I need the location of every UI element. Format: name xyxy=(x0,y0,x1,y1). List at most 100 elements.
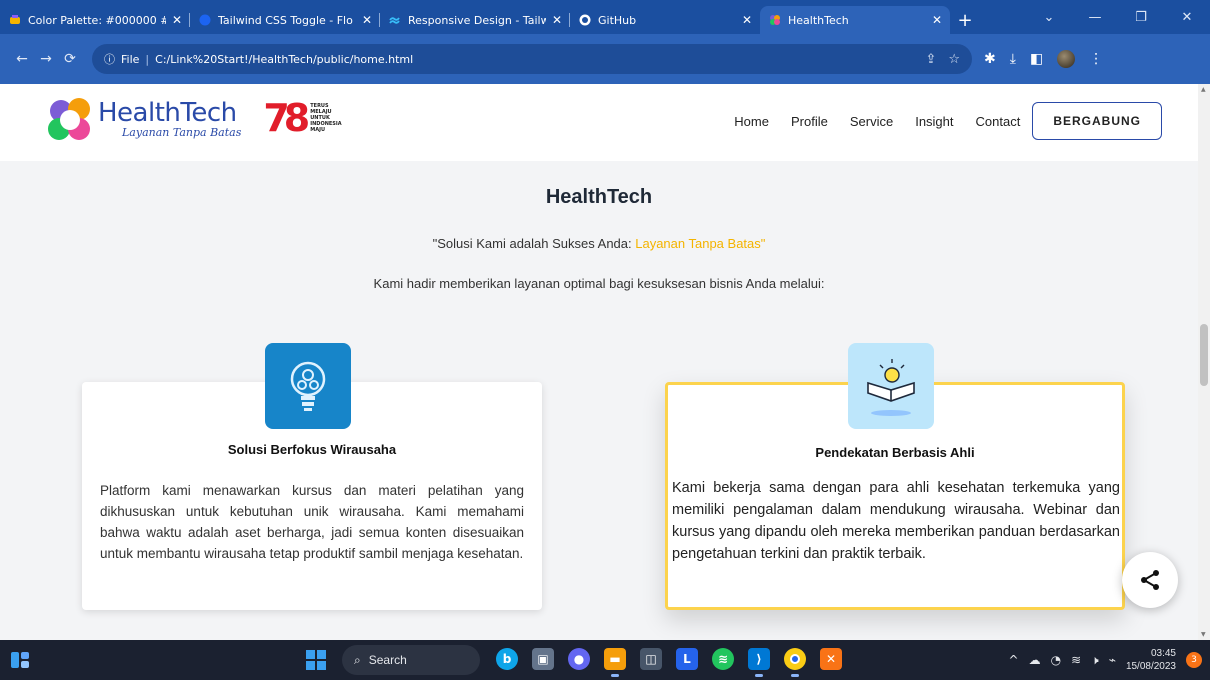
bing-icon[interactable]: b xyxy=(496,648,518,670)
forward-icon[interactable]: → xyxy=(34,51,58,67)
download-icon[interactable]: ⤓ xyxy=(1010,51,1016,67)
reload-icon[interactable]: ⟳ xyxy=(58,51,82,67)
section-intro: Kami hadir memberikan layanan optimal ba… xyxy=(373,276,825,291)
palette-icon xyxy=(8,14,21,27)
page-scrollbar[interactable]: ▲ ▼ xyxy=(1198,84,1210,640)
xampp-icon[interactable]: ✕ xyxy=(820,648,842,670)
volume-muted-icon[interactable]: 🕨 xyxy=(1091,653,1099,668)
sidepanel-icon[interactable]: ◧ xyxy=(1030,51,1043,67)
chevron-down-icon[interactable]: ⌄ xyxy=(1026,10,1072,25)
file-explorer-icon[interactable]: ▬ xyxy=(604,648,626,677)
nav-profile[interactable]: Profile xyxy=(791,114,828,129)
profile-avatar[interactable] xyxy=(1057,50,1076,68)
new-tab-button[interactable]: + xyxy=(950,6,980,34)
battery-icon[interactable]: ⌁ xyxy=(1109,653,1116,667)
url-text: C:/Link%20Start!/HealthTech/public/home.… xyxy=(155,52,414,66)
browser-tab-strip: Color Palette: #000000 #4 ✕ Tailwind CSS… xyxy=(0,0,1210,34)
tab-title: Responsive Design - Tailw xyxy=(408,13,546,27)
tab-title: GitHub xyxy=(598,13,637,27)
section-heading: HealthTech xyxy=(545,186,653,208)
bookmark-star-icon[interactable]: ☆ xyxy=(948,52,960,67)
card-body: Kami bekerja sama dengan para ahli keseh… xyxy=(672,480,1120,562)
lightbulb-gears-icon xyxy=(265,343,351,429)
card-title: Solusi Berfokus Wirausaha xyxy=(227,442,397,457)
chevron-up-icon[interactable]: ^ xyxy=(1009,653,1019,667)
independence-78-badge: 78 TERUS MELAJU UNTUK INDONESIA MAJU xyxy=(263,94,346,142)
window-controls: ⌄ — ❐ ✕ xyxy=(1026,0,1210,34)
minimize-icon[interactable]: — xyxy=(1072,10,1118,25)
info-icon[interactable]: ⓘ xyxy=(104,51,115,67)
close-window-icon[interactable]: ✕ xyxy=(1164,10,1210,25)
browser-tab[interactable]: GitHub ✕ xyxy=(570,6,760,34)
menu-kebab-icon[interactable]: ⋮ xyxy=(1089,51,1103,67)
card-title: Pendekatan Berbasis Ahli xyxy=(815,445,975,460)
clock-date: 15/08/2023 xyxy=(1125,661,1176,672)
search-label: Search xyxy=(368,653,407,667)
tagline-highlight: Layanan Tanpa Batas" xyxy=(635,236,766,251)
cloud-icon[interactable]: ☁ xyxy=(1029,653,1041,667)
libreoffice-icon[interactable]: L xyxy=(676,648,698,670)
tagline-prefix: "Solusi Kami adalah Sukses Anda: xyxy=(432,236,636,251)
share-button[interactable] xyxy=(1122,552,1178,608)
clock[interactable]: 03:45 15/08/2023 xyxy=(1126,647,1176,673)
search-icon: ⌕ xyxy=(354,652,361,667)
chrome-icon[interactable] xyxy=(784,648,806,677)
task-view-icon[interactable]: ▣ xyxy=(532,648,554,670)
github-icon xyxy=(578,14,591,27)
flowbite-icon xyxy=(198,14,211,27)
close-icon[interactable]: ✕ xyxy=(742,13,752,27)
store-icon[interactable]: ◫ xyxy=(640,648,662,670)
taskbar-search[interactable]: ⌕ Search xyxy=(342,645,480,675)
system-tray: ^ ☁ ◔ ≋ 🕨 ⌁ 03:45 15/08/2023 3 xyxy=(1009,640,1202,680)
page-viewport: HealthTech Layanan Tanpa Batas 78 TERUS … xyxy=(0,84,1210,640)
nav-contact[interactable]: Contact xyxy=(976,114,1021,129)
tab-title: Color Palette: #000000 #4 xyxy=(28,13,166,27)
site-navbar: HealthTech Layanan Tanpa Batas 78 TERUS … xyxy=(0,84,1198,161)
restore-icon[interactable]: ❐ xyxy=(1118,10,1164,25)
scroll-down-icon[interactable]: ▼ xyxy=(1201,631,1206,638)
close-icon[interactable]: ✕ xyxy=(552,13,562,27)
main-menu: Home Profile Service Insight Contact BER… xyxy=(712,102,1162,140)
windows-start-icon[interactable] xyxy=(306,650,326,670)
pinned-apps: b ▣ ● ▬ ◫ L ≋ ⟩ ✕ xyxy=(496,648,842,677)
browser-tab[interactable]: Responsive Design - Tailw ✕ xyxy=(380,6,570,34)
share-icon xyxy=(1141,570,1159,590)
scroll-up-icon[interactable]: ▲ xyxy=(1201,86,1206,93)
address-bar-row: ← → ⟳ ⓘ File | C:/Link%20Start!/HealthTe… xyxy=(0,34,1210,84)
section-tagline: "Solusi Kami adalah Sukses Anda: Layanan… xyxy=(0,236,1198,251)
badge-number: 78 xyxy=(263,96,310,140)
spotify-icon[interactable]: ≋ xyxy=(712,648,734,670)
notification-badge[interactable]: 3 xyxy=(1186,652,1202,668)
scheme-label: File xyxy=(121,52,140,66)
chat-icon[interactable]: ● xyxy=(568,648,590,670)
tailwind-icon xyxy=(388,14,401,27)
clock-time: 03:45 xyxy=(1150,648,1176,659)
close-icon[interactable]: ✕ xyxy=(932,13,942,27)
tab-title: HealthTech xyxy=(788,13,849,27)
book-idea-icon xyxy=(848,343,934,429)
browser-tab[interactable]: Color Palette: #000000 #4 ✕ xyxy=(0,6,190,34)
nav-home[interactable]: Home xyxy=(734,114,769,129)
scrollbar-thumb[interactable] xyxy=(1200,324,1208,386)
url-field[interactable]: ⓘ File | C:/Link%20Start!/HealthTech/pub… xyxy=(92,44,972,74)
wifi-icon[interactable]: ≋ xyxy=(1071,653,1081,667)
join-button[interactable]: BERGABUNG xyxy=(1032,102,1162,140)
extensions-icon[interactable]: ✱ xyxy=(984,51,996,67)
share-page-icon[interactable]: ⇪ xyxy=(925,52,936,67)
card-body: Platform kami menawarkan kursus dan mate… xyxy=(100,483,524,561)
healthtech-icon xyxy=(768,14,781,27)
badge-line: MAJU xyxy=(310,127,326,133)
site-logo[interactable]: HealthTech Layanan Tanpa Batas 78 TERUS … xyxy=(48,96,346,142)
close-icon[interactable]: ✕ xyxy=(362,13,372,27)
healthtech-logo-icon xyxy=(48,98,94,142)
vscode-icon[interactable]: ⟩ xyxy=(748,648,770,677)
close-icon[interactable]: ✕ xyxy=(172,13,182,27)
back-icon[interactable]: ← xyxy=(10,51,34,67)
browser-tab-active[interactable]: HealthTech ✕ xyxy=(760,6,950,34)
nav-service[interactable]: Service xyxy=(850,114,893,129)
widgets-icon[interactable] xyxy=(10,650,30,670)
browser-tab[interactable]: Tailwind CSS Toggle - Flo ✕ xyxy=(190,6,380,34)
copilot-icon[interactable]: ◔ xyxy=(1051,653,1061,667)
logo-tagline: Layanan Tanpa Batas xyxy=(122,126,242,139)
nav-insight[interactable]: Insight xyxy=(915,114,953,129)
